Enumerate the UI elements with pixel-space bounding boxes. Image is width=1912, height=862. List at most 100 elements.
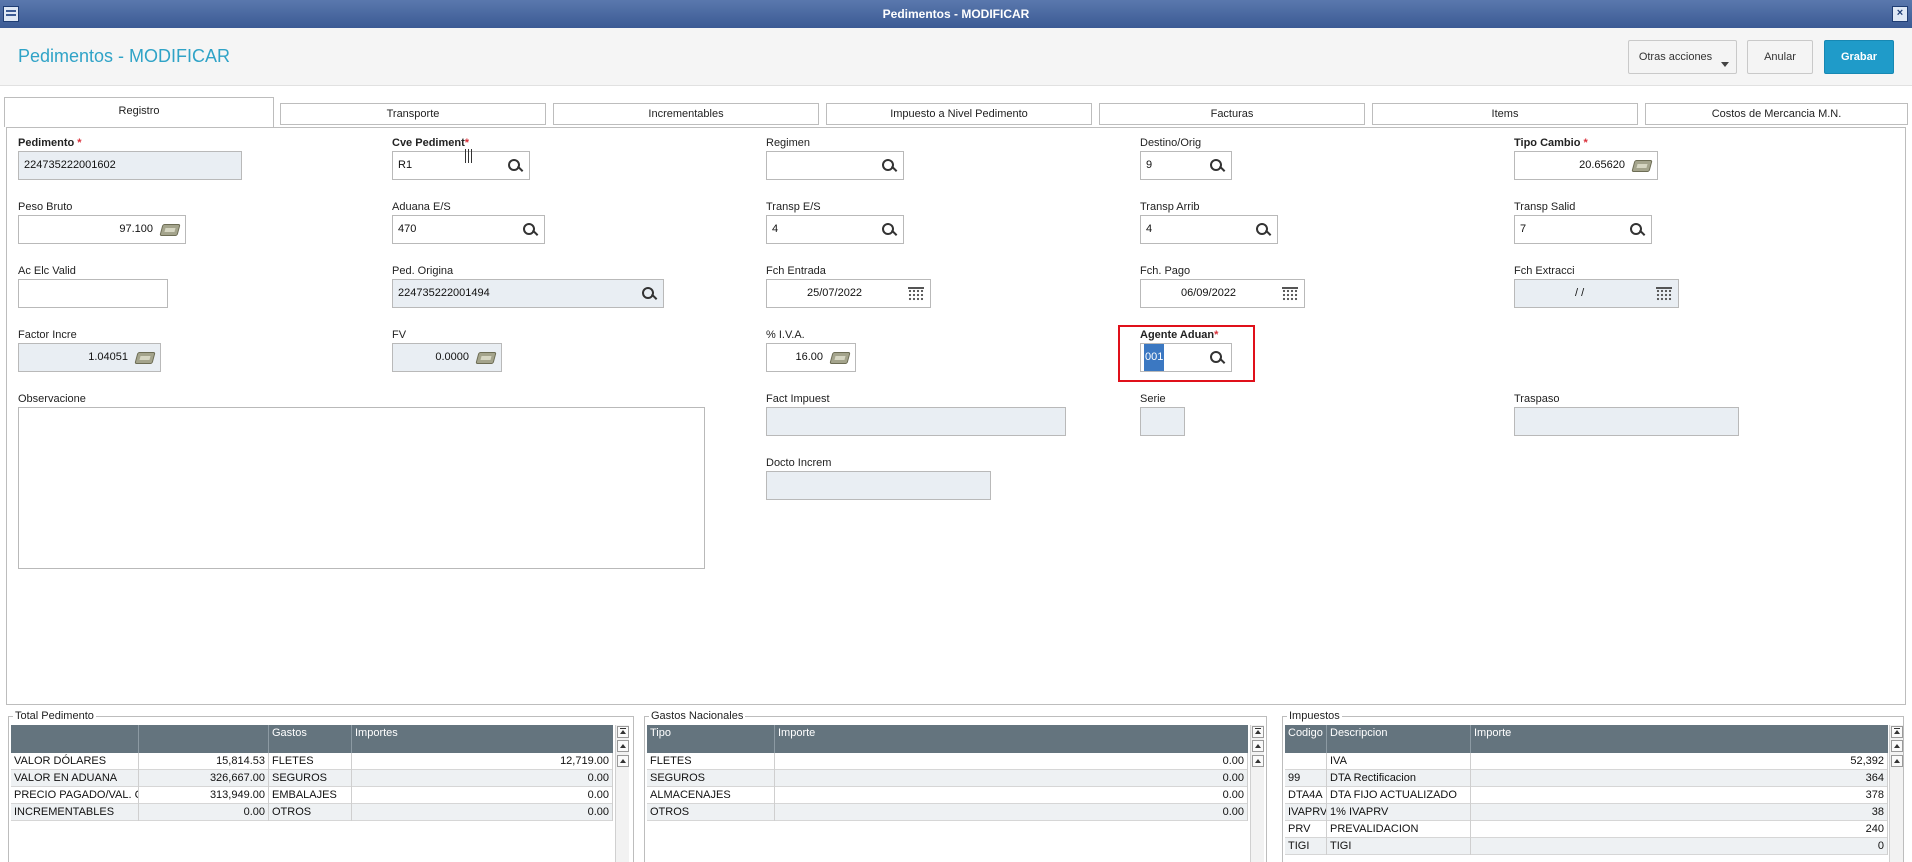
calendar-icon[interactable] xyxy=(1282,287,1298,301)
table-row[interactable]: IVAPRV 1% IVAPRV 38 xyxy=(1285,804,1888,821)
grabar-button[interactable]: Grabar xyxy=(1824,40,1894,74)
cve-pediment-input[interactable]: R1 xyxy=(392,151,530,180)
table-row[interactable]: VALOR EN ADUANA 326,667.00 SEGUROS 0.00 xyxy=(11,770,613,787)
scrollbar[interactable] xyxy=(1250,725,1264,862)
col-header-descripcion: Descripcion xyxy=(1327,725,1471,753)
scroll-up-icon[interactable] xyxy=(1252,755,1264,767)
cell: 378 xyxy=(1471,787,1888,804)
traspaso-input[interactable] xyxy=(1514,407,1739,436)
col-header-gastos: Gastos xyxy=(269,725,352,753)
serie-input[interactable] xyxy=(1140,407,1185,436)
tab-registro[interactable]: Registro xyxy=(4,97,274,127)
fch-entrada-label: Fch Entrada xyxy=(766,265,826,277)
fch-pago-input[interactable]: 06/09/2022 xyxy=(1140,279,1305,308)
scroll-up-icon[interactable] xyxy=(1891,740,1903,752)
calculator-icon[interactable] xyxy=(475,352,497,364)
calculator-icon[interactable] xyxy=(134,352,156,364)
table-row[interactable]: IVA 52,392 xyxy=(1285,753,1888,770)
transp-arrib-input[interactable]: 4 xyxy=(1140,215,1278,244)
fact-impuest-input[interactable] xyxy=(766,407,1066,436)
table-row[interactable]: 99 DTA Rectificacion 364 xyxy=(1285,770,1888,787)
scroll-up-icon[interactable] xyxy=(1891,755,1903,767)
transp-es-input[interactable]: 4 xyxy=(766,215,904,244)
calculator-icon[interactable] xyxy=(159,224,181,236)
window-title: Pedimentos - MODIFICAR xyxy=(882,7,1030,21)
tab-transporte[interactable]: Transporte xyxy=(280,103,546,125)
table-row[interactable]: TIGI TIGI 0 xyxy=(1285,838,1888,855)
ac-elc-valid-input[interactable] xyxy=(18,279,168,308)
table-row[interactable]: PRECIO PAGADO/VAL. CO 313,949.00 EMBALAJ… xyxy=(11,787,613,804)
pedimento-input[interactable]: 224735222001602 xyxy=(18,151,242,180)
tab-facturas[interactable]: Facturas xyxy=(1099,103,1365,125)
cell: FLETES xyxy=(269,753,352,770)
focus-highlight xyxy=(1118,325,1255,382)
cell: SEGUROS xyxy=(647,770,775,787)
table-row[interactable]: FLETES 0.00 xyxy=(647,753,1248,770)
app-window: Pedimentos - MODIFICAR × Pedimentos - MO… xyxy=(0,0,1912,862)
close-icon[interactable]: × xyxy=(1892,6,1908,22)
destino-orig-input[interactable]: 9 xyxy=(1140,151,1232,180)
col-header xyxy=(11,725,139,753)
table-row[interactable]: VALOR DÓLARES 15,814.53 FLETES 12,719.00 xyxy=(11,753,613,770)
cell: 15,814.53 xyxy=(139,753,269,770)
calendar-icon[interactable] xyxy=(1656,287,1672,301)
calendar-icon[interactable] xyxy=(908,287,924,301)
scroll-top-icon[interactable] xyxy=(1252,726,1264,738)
calculator-icon[interactable] xyxy=(829,352,851,364)
scroll-up-icon[interactable] xyxy=(1252,740,1264,752)
search-icon[interactable] xyxy=(522,222,538,238)
search-icon[interactable] xyxy=(881,222,897,238)
cell: OTROS xyxy=(647,804,775,821)
ped-origina-input[interactable]: 224735222001494 xyxy=(392,279,664,308)
cell: PREVALIDACION xyxy=(1327,821,1471,838)
search-icon[interactable] xyxy=(1209,158,1225,174)
otras-acciones-button[interactable]: Otras acciones xyxy=(1628,40,1737,74)
aduana-es-input[interactable]: 470 xyxy=(392,215,545,244)
observacione-textarea[interactable] xyxy=(18,407,705,569)
anular-button[interactable]: Anular xyxy=(1747,40,1813,74)
tab-items[interactable]: Items xyxy=(1372,103,1638,125)
scroll-top-icon[interactable] xyxy=(1891,726,1903,738)
fv-input[interactable]: 0.0000 xyxy=(392,343,502,372)
table-row[interactable]: ALMACENAJES 0.00 xyxy=(647,787,1248,804)
scrollbar[interactable] xyxy=(1889,725,1903,862)
table-row[interactable]: OTROS 0.00 xyxy=(647,804,1248,821)
tipo-cambio-input[interactable]: 20.65620 xyxy=(1514,151,1658,180)
aduana-es-label: Aduana E/S xyxy=(392,201,451,213)
search-icon[interactable] xyxy=(881,158,897,174)
table-row[interactable]: INCREMENTABLES 0.00 OTROS 0.00 xyxy=(11,804,613,821)
table-row[interactable]: DTA4A DTA FIJO ACTUALIZADO 378 xyxy=(1285,787,1888,804)
tab-impuesto-nivel-pedimento[interactable]: Impuesto a Nivel Pedimento xyxy=(826,103,1092,125)
iva-input[interactable]: 16.00 xyxy=(766,343,856,372)
cell xyxy=(1285,753,1327,770)
regimen-input[interactable] xyxy=(766,151,904,180)
factor-incre-input[interactable]: 1.04051 xyxy=(18,343,161,372)
tab-incrementables[interactable]: Incrementables xyxy=(553,103,819,125)
peso-bruto-input[interactable]: 97.100 xyxy=(18,215,186,244)
search-icon[interactable] xyxy=(641,286,657,302)
table-row[interactable]: PRV PREVALIDACION 240 xyxy=(1285,821,1888,838)
search-icon[interactable] xyxy=(507,158,523,174)
cell: TIGI xyxy=(1285,838,1327,855)
search-icon[interactable] xyxy=(1629,222,1645,238)
transp-salid-input[interactable]: 7 xyxy=(1514,215,1652,244)
table-row[interactable]: SEGUROS 0.00 xyxy=(647,770,1248,787)
cell: 0.00 xyxy=(352,787,613,804)
transp-salid-label: Transp Salid xyxy=(1514,201,1576,213)
cell: IVAPRV xyxy=(1285,804,1327,821)
scroll-up-icon[interactable] xyxy=(617,755,629,767)
fch-entrada-input[interactable]: 25/07/2022 xyxy=(766,279,931,308)
search-icon[interactable] xyxy=(1255,222,1271,238)
cell: 52,392 xyxy=(1471,753,1888,770)
fch-extracci-value: / / xyxy=(1575,287,1585,299)
cell: 0.00 xyxy=(352,770,613,787)
fch-extracci-input[interactable]: / / xyxy=(1514,279,1679,308)
ped-origina-value: 224735222001494 xyxy=(398,287,490,299)
tab-costos-mercancia[interactable]: Costos de Mercancia M.N. xyxy=(1645,103,1908,125)
scroll-up-icon[interactable] xyxy=(617,740,629,752)
docto-increm-input[interactable] xyxy=(766,471,991,500)
scroll-top-icon[interactable] xyxy=(617,726,629,738)
fch-pago-label: Fch. Pago xyxy=(1140,265,1191,277)
calculator-icon[interactable] xyxy=(1631,160,1653,172)
scrollbar[interactable] xyxy=(615,725,629,862)
